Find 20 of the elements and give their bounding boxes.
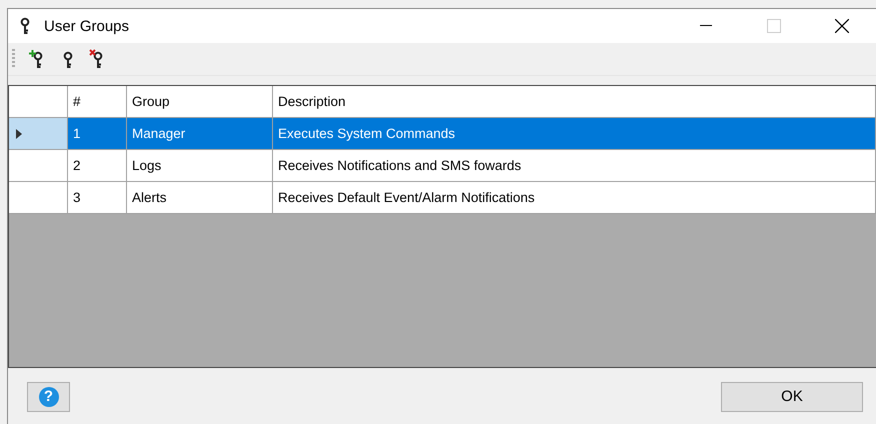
table-cell: 3	[68, 182, 127, 214]
table-row[interactable]: 3 Alerts Receives Default Event/Alarm Notifications	[9, 182, 876, 214]
window-title: User Groups	[44, 18, 130, 34]
toolbar-button[interactable]	[29, 49, 45, 69]
toolbar-button[interactable]	[89, 49, 105, 69]
ok-button[interactable]: OK	[721, 382, 863, 412]
minimize-icon[interactable]	[700, 25, 712, 27]
add-key-icon	[29, 49, 45, 69]
table-cell: Manager	[127, 118, 273, 150]
row-header[interactable]	[9, 182, 68, 214]
table-cell: Alerts	[127, 182, 273, 214]
close-icon[interactable]	[835, 19, 849, 33]
delete-key-icon	[89, 49, 105, 69]
table-cell: Receives Default Event/Alarm Notifications	[273, 182, 876, 214]
key-icon	[18, 17, 32, 35]
table-row[interactable]: 2 Logs Receives Notifications and SMS fowards	[9, 150, 876, 182]
current-row-icon	[16, 128, 22, 138]
table-row[interactable]: 1 Manager Executes System Commands	[9, 118, 876, 150]
table-cell: 1	[68, 118, 127, 150]
table-cell: Executes System Commands	[273, 118, 876, 150]
